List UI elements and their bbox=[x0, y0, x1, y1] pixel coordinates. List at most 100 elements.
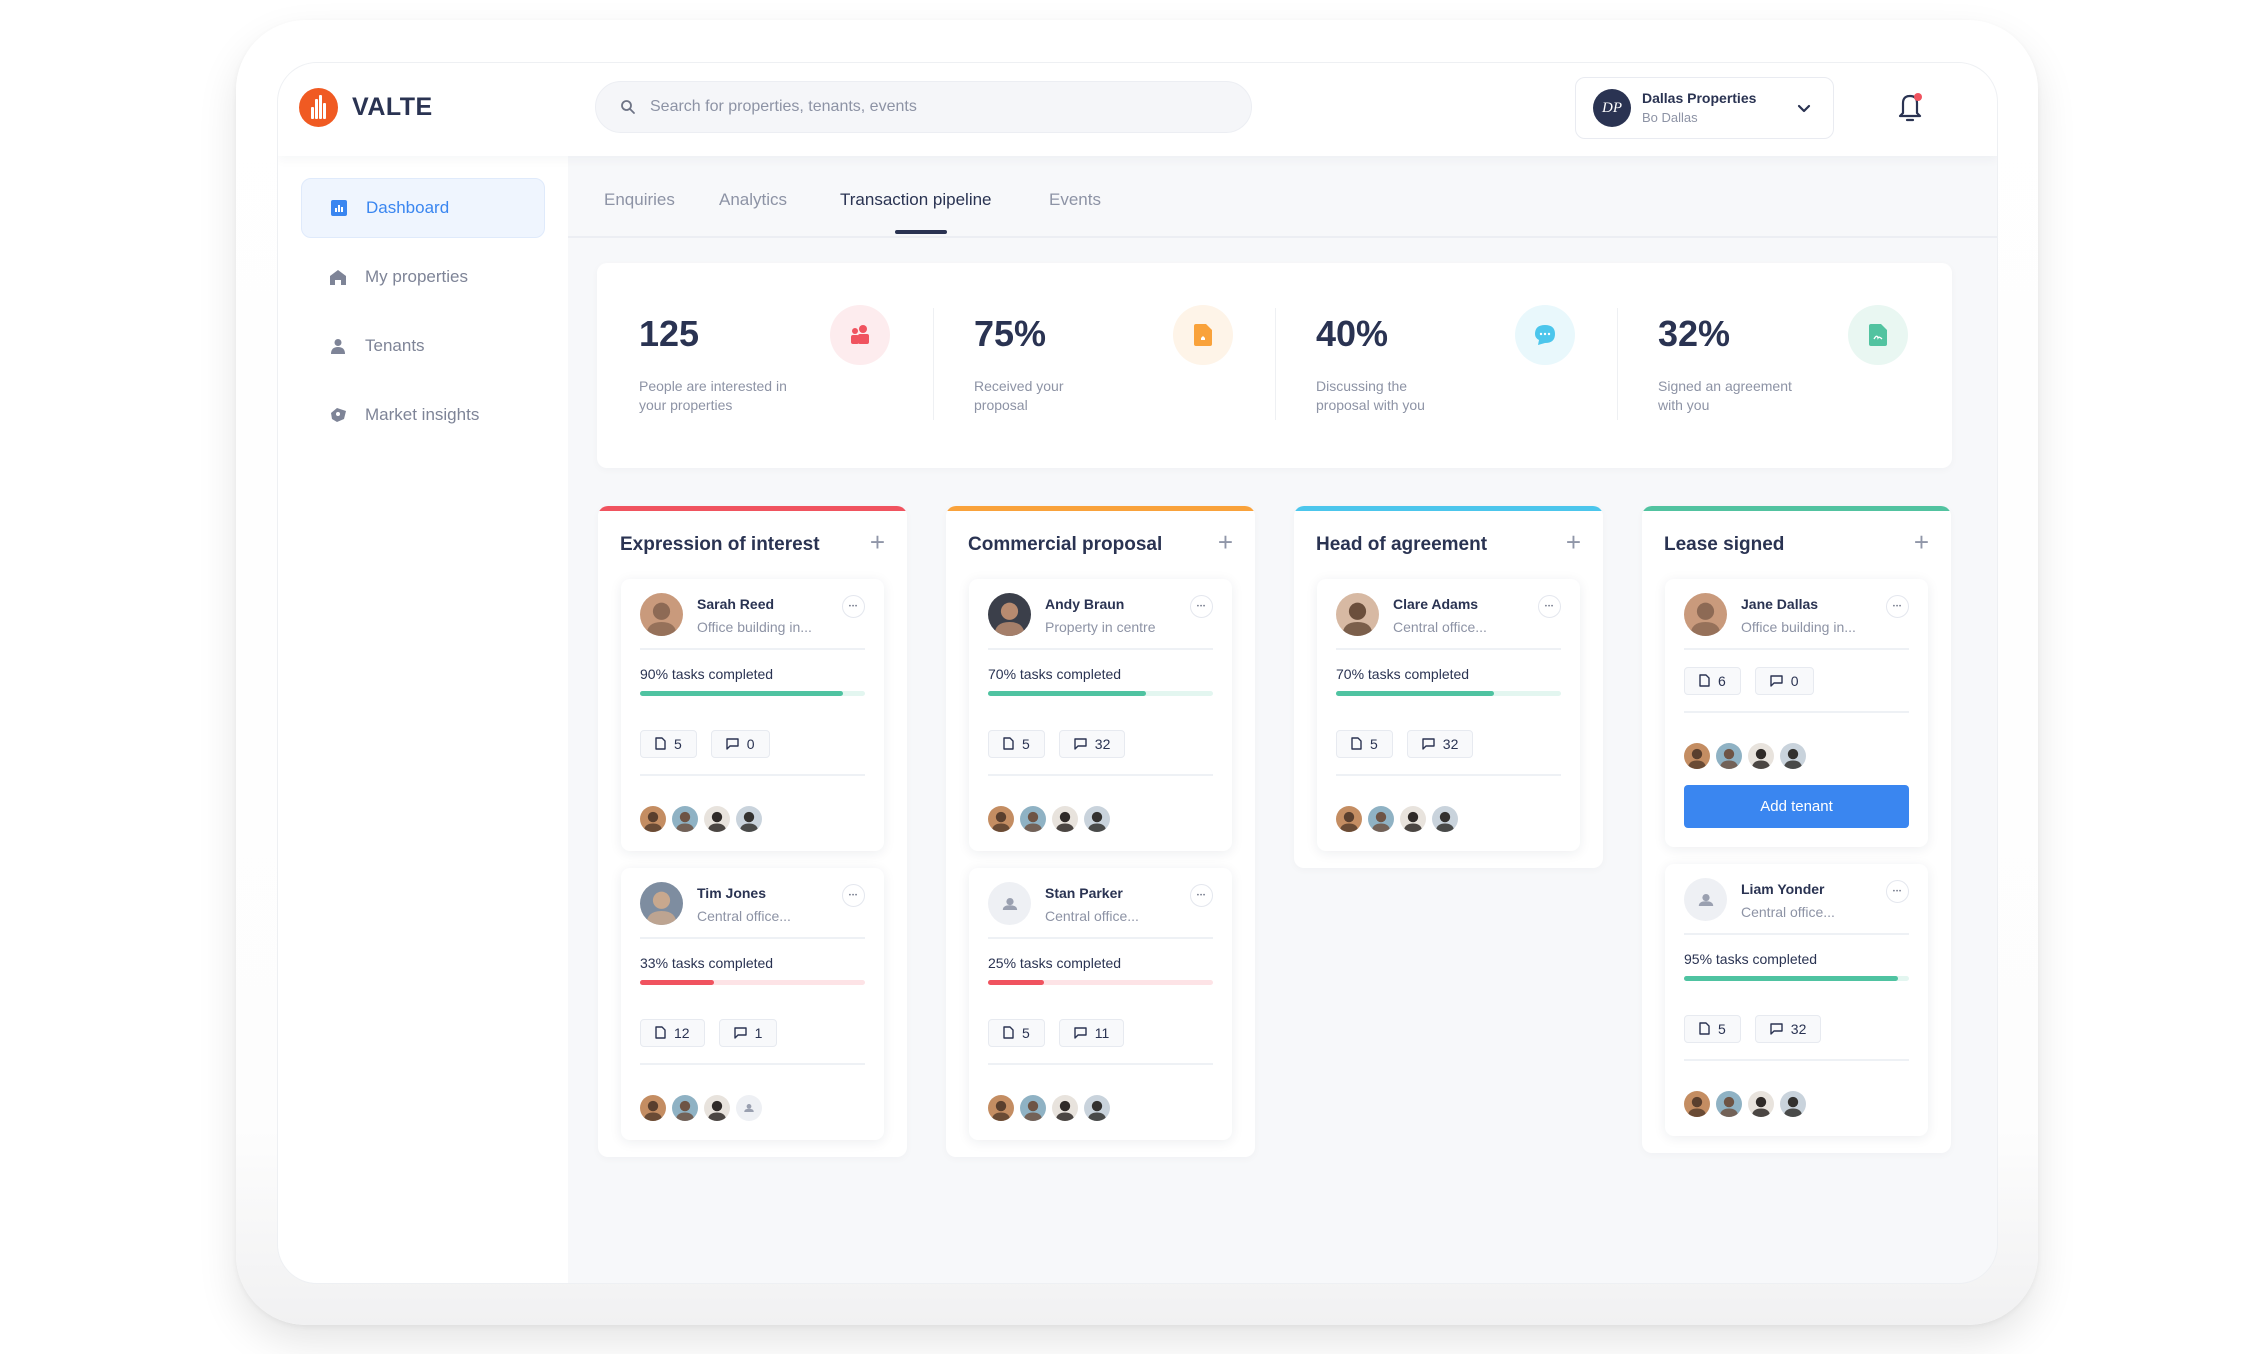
team-member-avatar[interactable] bbox=[1052, 806, 1078, 832]
more-options-button[interactable]: ••• bbox=[842, 595, 865, 618]
tenant-card[interactable]: Tim Jones Central office... ••• 33% task… bbox=[621, 868, 884, 1140]
card-counters: 5 32 bbox=[988, 713, 1213, 776]
team-member-avatar[interactable] bbox=[1020, 806, 1046, 832]
column-title: Lease signed bbox=[1664, 534, 1785, 555]
sidebar-item-dashboard[interactable]: Dashboard bbox=[301, 178, 545, 238]
avatar bbox=[988, 593, 1031, 636]
stat-label: Discussing the proposal with you bbox=[1316, 378, 1425, 413]
documents-count-value: 5 bbox=[1022, 735, 1030, 752]
team-member-avatar[interactable] bbox=[1716, 1091, 1742, 1117]
search-bar[interactable] bbox=[595, 81, 1252, 133]
comments-count[interactable]: 0 bbox=[1754, 666, 1814, 695]
progress-label: 90% tasks completed bbox=[640, 666, 774, 682]
avatar bbox=[1336, 593, 1379, 636]
more-options-button[interactable]: ••• bbox=[1886, 595, 1909, 618]
more-options-button[interactable]: ••• bbox=[1538, 595, 1561, 618]
more-options-button[interactable]: ••• bbox=[1190, 595, 1213, 618]
documents-count[interactable]: 5 bbox=[1336, 729, 1393, 758]
team-member-avatar[interactable] bbox=[1084, 806, 1110, 832]
team-member-avatar[interactable] bbox=[1432, 806, 1458, 832]
account-switcher[interactable]: DP Dallas Properties Bo Dallas bbox=[1575, 77, 1834, 139]
team-member-avatar[interactable] bbox=[640, 806, 666, 832]
comment-icon bbox=[733, 1026, 747, 1039]
tenant-card[interactable]: Andy Braun Property in centre ••• 70% ta… bbox=[969, 579, 1232, 851]
add-tenant-button[interactable]: Add tenant bbox=[1684, 785, 1909, 828]
team-member-avatar[interactable] bbox=[704, 806, 730, 832]
card-header: Jane Dallas Office building in... ••• bbox=[1684, 579, 1909, 650]
documents-count-value: 12 bbox=[674, 1024, 690, 1041]
more-options-button[interactable]: ••• bbox=[1886, 880, 1909, 903]
card-counters: 5 32 bbox=[1684, 998, 1909, 1061]
tenant-card[interactable]: Sarah Reed Office building in... ••• 90%… bbox=[621, 579, 884, 851]
task-progress: 70% tasks completed bbox=[1336, 650, 1561, 713]
team-member-avatar[interactable] bbox=[704, 1095, 730, 1121]
stat-value: 125 bbox=[639, 313, 700, 354]
team-member-avatar[interactable] bbox=[1336, 806, 1362, 832]
team-member-avatar[interactable] bbox=[1684, 1091, 1710, 1117]
tab-analytics[interactable]: Analytics bbox=[719, 190, 787, 210]
notifications-button[interactable] bbox=[1897, 91, 1923, 123]
sidebar-item-market-insights[interactable]: Market insights bbox=[301, 385, 545, 445]
team-member-avatar[interactable] bbox=[988, 1095, 1014, 1121]
documents-count[interactable]: 12 bbox=[640, 1018, 705, 1047]
team-member-avatar[interactable] bbox=[1020, 1095, 1046, 1121]
pipeline-column: Expression of interest + Sarah Reed Offi… bbox=[598, 506, 907, 1157]
comments-count[interactable]: 0 bbox=[710, 729, 770, 758]
team-member-avatar[interactable] bbox=[1052, 1095, 1078, 1121]
documents-count[interactable]: 6 bbox=[1684, 666, 1741, 695]
team-member-avatar[interactable] bbox=[736, 806, 762, 832]
sidebar-item-label: Market insights bbox=[365, 405, 480, 424]
app-logo[interactable]: VALTE bbox=[299, 88, 433, 127]
tab-enquiries[interactable]: Enquiries bbox=[604, 190, 675, 210]
documents-count[interactable]: 5 bbox=[1684, 1014, 1741, 1043]
comments-count-value: 0 bbox=[1790, 672, 1799, 689]
team-member-avatar[interactable] bbox=[1780, 743, 1806, 769]
tenant-card[interactable]: Clare Adams Central office... ••• 70% ta… bbox=[1317, 579, 1580, 851]
add-card-button[interactable]: + bbox=[1218, 529, 1233, 555]
progress-fill bbox=[1684, 976, 1898, 981]
comments-count[interactable]: 11 bbox=[1058, 1018, 1125, 1047]
more-options-button[interactable]: ••• bbox=[1190, 884, 1213, 907]
team-member-avatar[interactable] bbox=[988, 806, 1014, 832]
more-options-button[interactable]: ••• bbox=[842, 884, 865, 907]
property-name: Property in centre bbox=[1045, 619, 1156, 635]
team-member-avatar[interactable] bbox=[1780, 1091, 1806, 1117]
add-card-button[interactable]: + bbox=[870, 529, 885, 555]
tab-transaction-pipeline[interactable]: Transaction pipeline bbox=[840, 190, 992, 210]
team-member-avatar[interactable] bbox=[1684, 743, 1710, 769]
search-input[interactable] bbox=[650, 98, 1210, 116]
task-progress: 95% tasks completed bbox=[1684, 935, 1909, 998]
team-member-avatar[interactable] bbox=[1084, 1095, 1110, 1121]
comments-count[interactable]: 32 bbox=[1754, 1014, 1822, 1043]
tenant-card[interactable]: Liam Yonder Central office... ••• 95% ta… bbox=[1665, 864, 1928, 1136]
comments-count[interactable]: 1 bbox=[718, 1018, 778, 1047]
tenant-card[interactable]: Jane Dallas Office building in... ••• 6 … bbox=[1665, 579, 1928, 847]
add-card-button[interactable]: + bbox=[1914, 529, 1929, 555]
comments-count[interactable]: 32 bbox=[1058, 729, 1126, 758]
team-member-avatar[interactable] bbox=[1716, 743, 1742, 769]
search-icon bbox=[621, 100, 635, 114]
tab-events[interactable]: Events bbox=[1049, 190, 1101, 210]
card-counters: 6 0 bbox=[1684, 650, 1909, 713]
team-member-avatar[interactable] bbox=[672, 1095, 698, 1121]
team-member-avatar[interactable] bbox=[1400, 806, 1426, 832]
sidebar-item-my-properties[interactable]: My properties bbox=[301, 247, 545, 307]
tenant-card[interactable]: Stan Parker Central office... ••• 25% ta… bbox=[969, 868, 1232, 1140]
team-member-avatar[interactable] bbox=[1748, 743, 1774, 769]
documents-count[interactable]: 5 bbox=[988, 729, 1045, 758]
avatar bbox=[640, 593, 683, 636]
sidebar-item-tenants[interactable]: Tenants bbox=[301, 316, 545, 376]
team-member-avatar[interactable] bbox=[1368, 806, 1394, 832]
stat-label: People are interested in your properties bbox=[639, 378, 787, 413]
column-title: Expression of interest bbox=[620, 534, 820, 555]
pipeline-column: Head of agreement + Clare Adams Central … bbox=[1294, 506, 1603, 868]
team-member-avatar[interactable] bbox=[736, 1095, 762, 1121]
add-card-button[interactable]: + bbox=[1566, 529, 1581, 555]
tenant-name: Andy Braun bbox=[1045, 596, 1125, 612]
documents-count[interactable]: 5 bbox=[988, 1018, 1045, 1047]
documents-count[interactable]: 5 bbox=[640, 729, 697, 758]
comments-count[interactable]: 32 bbox=[1406, 729, 1474, 758]
team-member-avatar[interactable] bbox=[640, 1095, 666, 1121]
team-member-avatar[interactable] bbox=[1748, 1091, 1774, 1117]
team-member-avatar[interactable] bbox=[672, 806, 698, 832]
